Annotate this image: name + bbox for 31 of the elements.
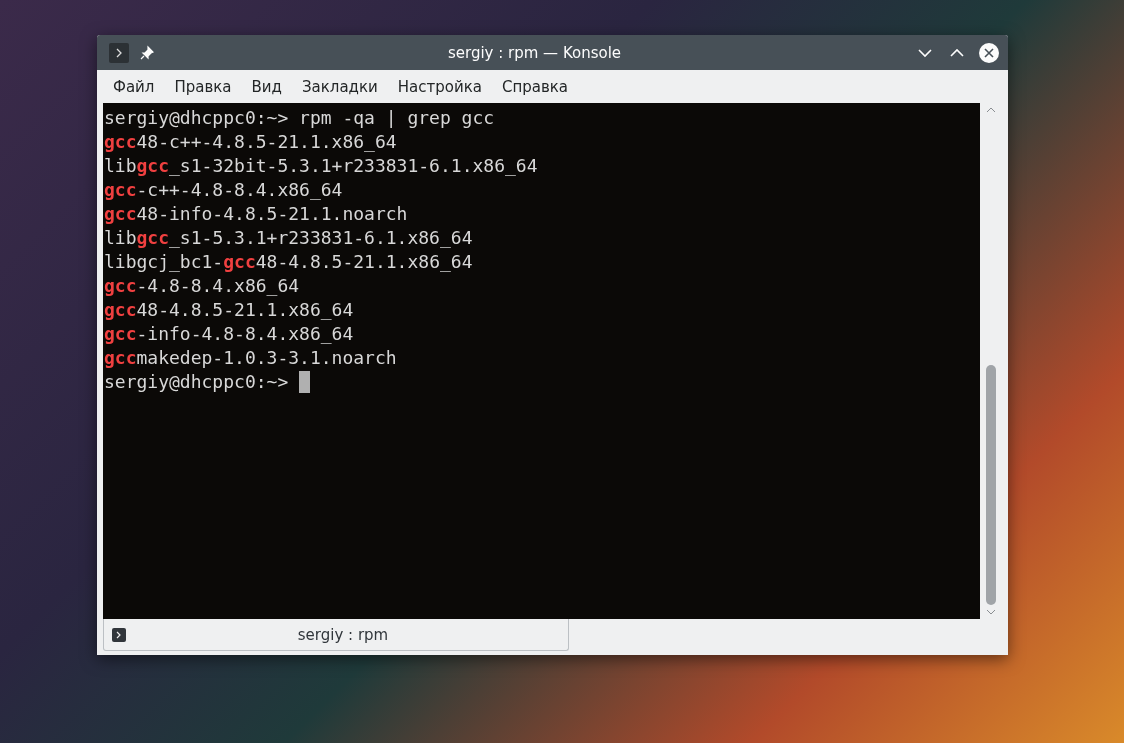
menu-item[interactable]: Настройка [387,77,492,96]
terminal-line: libgcc_s1-5.3.1+r233831-6.1.x86_64 [104,226,474,250]
window-title: sergiy : rpm — Konsole [446,43,623,62]
terminal-line: gcc48-info-4.8.5-21.1.noarch [104,202,409,226]
terminal-line: sergiy@dhcppc0:~> rpm -qa | grep gcc [104,106,496,130]
close-button[interactable] [978,41,1000,64]
scroll-down-icon[interactable] [986,609,996,615]
terminal-line: gcc-info-4.8-8.4.x86_64 [104,322,355,346]
terminal-line: gcc48-c++-4.8.5-21.1.x86_64 [104,130,398,154]
scroll-up-icon[interactable] [986,107,996,113]
menu-item[interactable]: Правка [164,77,242,96]
pin-icon[interactable] [139,44,155,61]
terminal-line: gccmakedep-1.0.3-3.1.noarch [104,346,398,370]
menu-item[interactable]: Справка [491,77,579,96]
tab-label: sergiy : rpm [296,625,390,644]
session-tab[interactable]: sergiy : rpm [103,619,569,651]
menu-item[interactable]: Закладки [291,77,388,96]
menu-item[interactable]: Вид [241,77,292,96]
terminal-line: gcc-4.8-8.4.x86_64 [104,274,301,298]
terminal-line: libgcc_s1-32bit-5.3.1+r233831-6.1.x86_64 [104,154,539,178]
terminal-line: libgcj_bc1-gcc48-4.8.5-21.1.x86_64 [104,250,474,274]
text-cursor [299,371,311,393]
terminal-icon [109,42,129,63]
chevron-down-icon [917,47,933,58]
menu-item[interactable]: Файл [103,77,165,96]
terminal-line: gcc48-4.8.5-21.1.x86_64 [104,298,355,322]
terminal-line: gcc-c++-4.8-8.4.x86_64 [104,178,344,202]
terminal-prompt: sergiy@dhcppc0:~> [104,370,289,394]
chevron-up-icon [949,47,965,58]
scrollbar-thumb[interactable] [986,365,996,605]
terminal-icon [112,627,126,642]
